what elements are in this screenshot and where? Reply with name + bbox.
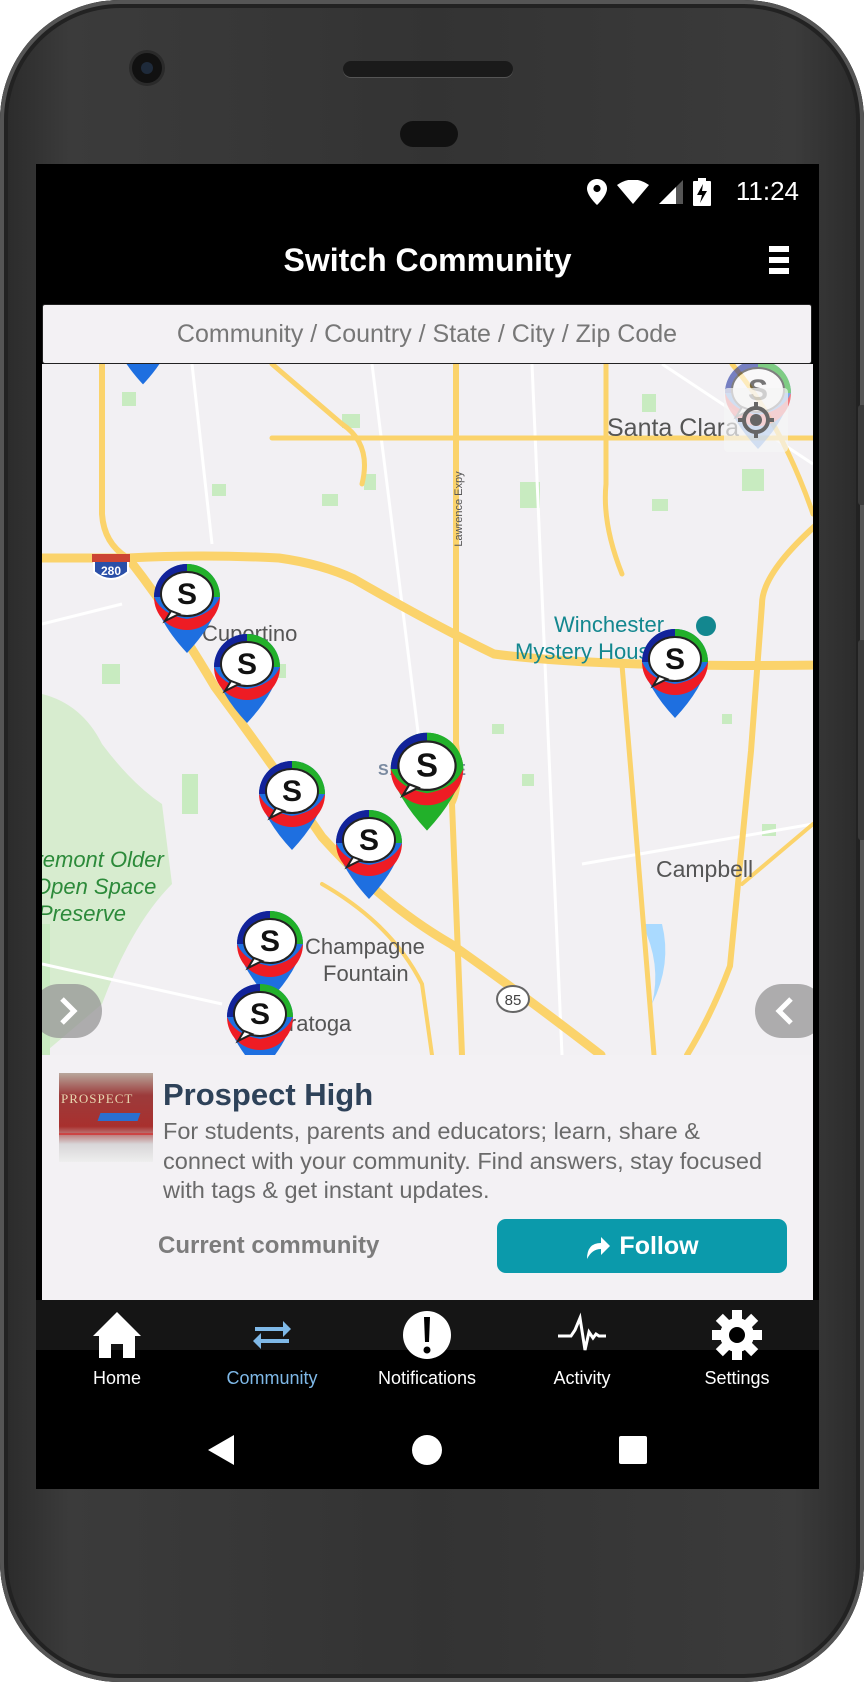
android-nav-bar [36, 1411, 819, 1489]
back-icon[interactable] [196, 1425, 246, 1475]
follow-label: Follow [619, 1231, 699, 1260]
tab-home[interactable]: Home [42, 1300, 192, 1411]
label-santa-clara: Santa Clara [607, 414, 739, 442]
label-preserve: Preserve [42, 901, 126, 926]
map-view[interactable]: 280 85 Santa Clara Cupertino Winchester … [42, 364, 813, 1055]
pin-logo-letter: S [416, 747, 438, 784]
search-input[interactable]: Community / Country / State / City / Zip… [42, 304, 812, 364]
front-camera [132, 53, 162, 83]
community-pin[interactable]: S [642, 629, 708, 718]
community-thumbnail: PROSPECT [59, 1073, 153, 1162]
carousel-next-button[interactable] [42, 984, 102, 1038]
community-pin[interactable]: S [227, 984, 293, 1055]
label-champagne: Champagne [305, 934, 425, 959]
tab-activity[interactable]: Activity [507, 1300, 657, 1411]
proximity-sensor [400, 121, 458, 147]
svg-text:85: 85 [505, 992, 522, 1009]
label-fremont-older: Fremont Older [42, 847, 165, 872]
crosshair-icon [738, 402, 774, 438]
phone-frame: 11:24 Switch Community Community / Count… [0, 0, 864, 1682]
community-pins[interactable]: S S S S S S S S [113, 364, 791, 1055]
gear-icon [712, 1310, 762, 1360]
community-pin[interactable]: S [214, 634, 280, 723]
screen: 11:24 Switch Community Community / Count… [36, 164, 819, 1489]
bottom-tab-bar: Home Community Notifications Activity Se… [36, 1300, 819, 1411]
community-description: For students, parents and educators; lea… [163, 1118, 763, 1203]
status-time: 11:24 [735, 176, 799, 206]
battery-charging-icon [693, 178, 711, 206]
pin-logo-letter: S [177, 578, 197, 611]
app-header: Switch Community [36, 220, 819, 302]
chevron-right-icon [60, 997, 78, 1025]
current-community-label: Current community [158, 1232, 380, 1259]
minor-roads [42, 364, 813, 1055]
location-icon [587, 179, 607, 205]
community-title: Prospect High [163, 1077, 374, 1112]
share-arrow-icon [587, 1237, 611, 1259]
label-open-space: Open Space [42, 874, 156, 899]
label-fountain: Fountain [323, 961, 409, 986]
home-icon [93, 1312, 141, 1358]
pin-logo-letter: S [282, 775, 302, 808]
label-winchester: Winchester [554, 612, 664, 637]
community-pin[interactable]: S [259, 761, 325, 850]
exclamation-icon [403, 1311, 451, 1359]
pin-logo-letter: S [250, 998, 270, 1031]
map-canvas[interactable]: 280 85 Santa Clara Cupertino Winchester … [42, 364, 813, 1055]
signal-icon [659, 180, 683, 204]
pin-logo-letter: S [359, 824, 379, 857]
speaker-grille [343, 61, 513, 77]
volume-button [858, 640, 864, 840]
community-pin[interactable]: S [113, 364, 172, 385]
follow-button[interactable]: Follow [497, 1219, 787, 1273]
power-button [858, 405, 864, 505]
carousel-prev-button[interactable] [755, 984, 813, 1038]
pin-logo-letter: S [665, 643, 685, 676]
tab-settings[interactable]: Settings [662, 1300, 812, 1411]
label-lawrence-expy: Lawrence Expy [453, 471, 465, 547]
svg-text:280: 280 [101, 564, 121, 578]
wifi-icon [617, 180, 649, 204]
status-bar: 11:24 [36, 164, 819, 220]
recents-square-icon[interactable] [608, 1425, 658, 1475]
page-title: Switch Community [283, 242, 572, 278]
label-winchester-2: Mystery House [515, 639, 662, 664]
label-campbell: Campbell [656, 856, 753, 882]
tab-community[interactable]: Community [197, 1300, 347, 1411]
roads [42, 364, 813, 1055]
pulse-icon [558, 1312, 606, 1351]
tab-notifications[interactable]: Notifications [352, 1300, 502, 1411]
community-card[interactable]: PROSPECT Prospect High For students, par… [42, 1055, 813, 1300]
hamburger-menu-icon[interactable] [769, 246, 789, 279]
pin-logo-letter: S [237, 648, 257, 681]
switch-arrows-icon [253, 1321, 291, 1349]
community-pin[interactable]: S [336, 810, 402, 899]
chevron-left-icon [775, 997, 793, 1025]
home-circle-icon[interactable] [402, 1425, 452, 1475]
hwy-85-shield: 85 [496, 985, 530, 1013]
my-location-button[interactable] [724, 388, 788, 452]
hwy-280-shield: 280 [92, 554, 130, 580]
poi-castle-icon [696, 616, 716, 636]
pin-logo-letter: S [260, 925, 280, 958]
